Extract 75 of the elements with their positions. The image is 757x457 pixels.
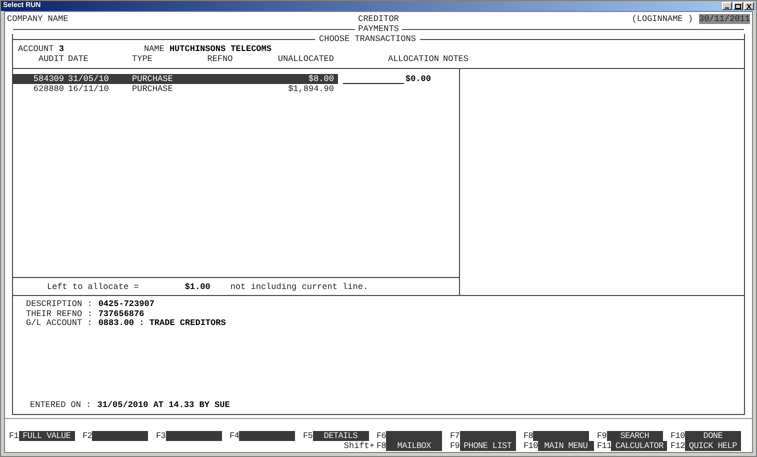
detail-label: THEIR REFNO : bbox=[26, 310, 92, 318]
function-key-label: F2 bbox=[82, 431, 92, 441]
function-key-button[interactable]: QUICK HELP bbox=[684, 441, 741, 451]
function-key-button[interactable] bbox=[239, 431, 296, 441]
entered-value: 31/05/2010 AT 14.33 BY SUE bbox=[97, 400, 230, 410]
date-cell-text: 16/11/10 bbox=[68, 84, 110, 94]
column-header: ALLOCATION bbox=[386, 54, 439, 64]
function-key-button[interactable]: CALCULATOR bbox=[611, 441, 668, 451]
summary-label: Left to allocate = bbox=[47, 282, 139, 292]
screen-title: PAYMENTS bbox=[358, 24, 399, 34]
function-key-button[interactable]: MAILBOX bbox=[386, 441, 442, 451]
function-key-label: F9 bbox=[597, 431, 607, 441]
entered-label: ENTERED ON : bbox=[30, 400, 92, 410]
current-date: 30/11/2011 bbox=[698, 14, 750, 24]
login-name: (LOGINNAME ) bbox=[632, 14, 693, 24]
function-key-button[interactable]: FULL VALUE bbox=[18, 431, 75, 441]
name-label: NAME bbox=[144, 44, 164, 54]
detail-value: 737656876 bbox=[98, 310, 144, 319]
function-key-label: F4 bbox=[230, 431, 240, 441]
audit-cell-text: 584309 bbox=[32, 74, 64, 84]
minimize-button[interactable] bbox=[722, 2, 732, 10]
account-name: HUTCHINSONS TELECOMS bbox=[169, 44, 272, 54]
function-key-label: F6 bbox=[376, 431, 386, 441]
function-key-label: F5 bbox=[303, 431, 313, 441]
function-key-label: F3 bbox=[156, 431, 166, 441]
account-number: 3 bbox=[58, 44, 64, 54]
detail-label: G/L ACCOUNT : bbox=[26, 319, 92, 328]
close-button[interactable] bbox=[744, 2, 754, 10]
detail-value: 0425-723907 bbox=[98, 300, 154, 310]
audit-cell-text: 628880 bbox=[32, 84, 64, 94]
function-key-label: F10 bbox=[524, 441, 538, 451]
function-key-label: F11 bbox=[597, 441, 612, 451]
maximize-icon bbox=[735, 4, 741, 8]
shift-label: Shift+ bbox=[344, 441, 376, 451]
column-header: AUDIT bbox=[37, 54, 64, 64]
detail-value: 0883.00 : TRADE CREDITORS bbox=[98, 319, 226, 328]
summary-amount: $1.00 bbox=[184, 282, 210, 292]
column-header: NOTES bbox=[443, 54, 470, 64]
function-key-label: F7 bbox=[450, 431, 460, 441]
function-key-label: F1 bbox=[9, 431, 19, 441]
transaction-row[interactable]: 628880 16/11/10 PURCHASE $1,894.90 bbox=[13, 84, 338, 94]
type-cell-text: PURCHASE bbox=[132, 74, 174, 84]
function-key-button[interactable] bbox=[460, 431, 516, 441]
column-header: UNALLOCATED bbox=[276, 54, 334, 64]
type-cell-text: PURCHASE bbox=[132, 84, 174, 94]
function-key-button[interactable] bbox=[533, 431, 590, 441]
function-key-button[interactable] bbox=[92, 431, 148, 441]
function-key-button[interactable] bbox=[166, 431, 222, 441]
allocation-field[interactable]: $0.00 bbox=[343, 74, 431, 84]
function-key-button[interactable]: DONE bbox=[684, 431, 741, 441]
module-title: CREDITOR bbox=[358, 14, 399, 24]
detail-label: DESCRIPTION : bbox=[26, 300, 92, 310]
function-key-button[interactable] bbox=[386, 431, 442, 441]
function-key-label: F12 bbox=[670, 441, 685, 451]
function-key-button[interactable]: DETAILS bbox=[312, 431, 369, 441]
unallocated-cell-text: $1,894.90 bbox=[287, 84, 334, 94]
unallocated-cell-text: $8.00 bbox=[307, 74, 334, 84]
column-header: DATE bbox=[68, 54, 90, 64]
maximize-button[interactable] bbox=[733, 2, 743, 10]
function-key-button[interactable]: PHONE LIST bbox=[460, 441, 516, 451]
function-key-label: F8 bbox=[376, 441, 386, 451]
transaction-row[interactable]: 584309 31/05/10 PURCHASE $8.00 bbox=[13, 74, 338, 84]
company-name: COMPANY NAME bbox=[7, 14, 70, 24]
summary-note: not including current line. bbox=[230, 282, 368, 292]
close-icon bbox=[746, 4, 752, 8]
column-header: TYPE bbox=[132, 54, 154, 64]
function-key-label: F10 bbox=[670, 431, 685, 441]
function-key-label: F8 bbox=[524, 431, 534, 441]
function-key-button[interactable]: SEARCH bbox=[606, 431, 663, 441]
function-key-button[interactable]: MAIN MENU bbox=[538, 441, 594, 451]
function-key-label: F9 bbox=[450, 441, 460, 451]
date-cell-text: 31/05/10 bbox=[68, 74, 110, 84]
column-header: REFNO bbox=[206, 54, 234, 64]
panel-title: CHOOSE TRANSACTIONS bbox=[319, 34, 416, 44]
account-label: ACCOUNT bbox=[18, 44, 54, 54]
